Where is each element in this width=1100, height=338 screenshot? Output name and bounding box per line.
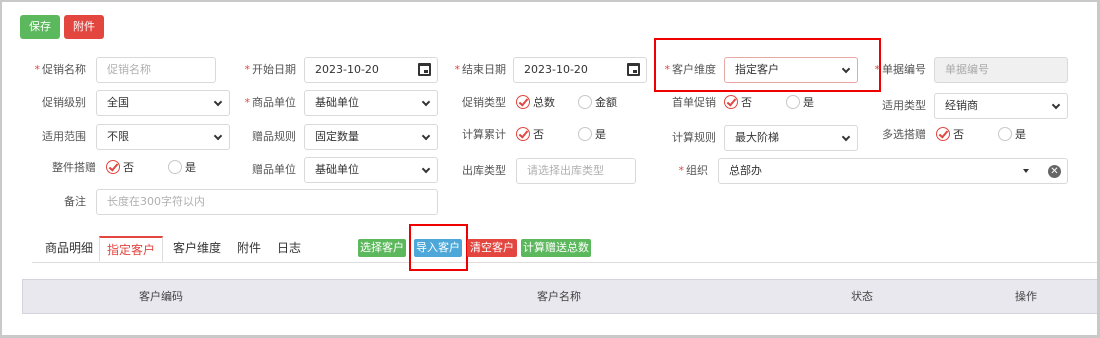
calc-rule-select[interactable]: 最大阶梯 <box>724 125 858 151</box>
multi-gift-no-radio[interactable]: 否 <box>936 125 964 145</box>
multi-gift-label: 多选搭赠 <box>882 128 926 141</box>
tab-divider <box>32 262 1097 263</box>
chevron-down-icon <box>421 131 431 141</box>
whole-gift-yes-radio[interactable]: 是 <box>168 158 196 178</box>
calc-gift-total-button[interactable]: 计算赠送总数 <box>521 239 591 257</box>
calendar-icon[interactable] <box>627 63 640 76</box>
highlight-box-import <box>409 224 468 271</box>
promo-name-input[interactable]: 促销名称 <box>96 57 216 83</box>
goods-unit-select[interactable]: 基础单位 <box>304 90 438 116</box>
col-status: 状态 <box>851 290 873 303</box>
tab-goods-detail[interactable]: 商品明细 <box>40 236 98 262</box>
radio-unchecked-icon <box>168 160 182 174</box>
out-type-select[interactable]: 请选择出库类型 <box>516 158 636 184</box>
promo-name-label: * 促销名称 <box>34 63 87 76</box>
radio-checked-icon <box>106 160 120 174</box>
customer-table-header: 客户编码 客户名称 状态 操作 <box>22 279 1097 314</box>
whole-gift-label: 整件搭赠 <box>52 161 96 174</box>
first-promo-no-radio[interactable]: 否 <box>724 93 752 113</box>
radio-checked-icon <box>516 127 530 141</box>
radio-checked-icon <box>724 95 738 109</box>
caret-down-icon <box>1023 169 1029 173</box>
gift-rule-label: 赠品规则 <box>252 130 296 143</box>
apply-type-value: 经销商 <box>945 99 978 112</box>
apply-scope-label: 适用范围 <box>42 130 86 143</box>
start-date-label: * 开始日期 <box>244 63 297 76</box>
calc-rule-value: 最大阶梯 <box>735 131 779 144</box>
radio-unchecked-icon <box>998 127 1012 141</box>
apply-type-select[interactable]: 经销商 <box>934 93 1068 119</box>
start-date-value: 2023-10-20 <box>315 63 379 76</box>
calc-accum-yes-radio[interactable]: 是 <box>578 125 606 145</box>
goods-unit-label: * 商品单位 <box>244 96 297 109</box>
end-date-value: 2023-10-20 <box>524 63 588 76</box>
tab-specified-customer[interactable]: 指定客户 <box>99 236 163 262</box>
calc-rule-label: 计算规则 <box>672 131 716 144</box>
first-promo-label: 首单促销 <box>672 96 716 109</box>
window-frame: 保存 附件 * 促销名称 促销名称 * 开始日期 2023-10-20 * 结束日期 … <box>0 0 1100 338</box>
end-date-input[interactable]: 2023-10-20 <box>513 57 647 83</box>
start-date-input[interactable]: 2023-10-20 <box>304 57 438 83</box>
col-customer-name: 客户名称 <box>537 290 581 303</box>
highlight-box-customer-dim <box>654 38 881 92</box>
promo-level-value: 全国 <box>107 96 129 109</box>
apply-scope-value: 不限 <box>107 130 129 143</box>
promo-level-select[interactable]: 全国 <box>96 90 230 116</box>
multi-gift-yes-radio[interactable]: 是 <box>998 125 1026 145</box>
end-date-label: * 结束日期 <box>454 63 507 76</box>
gift-rule-value: 固定数量 <box>315 130 359 143</box>
attach-button[interactable]: 附件 <box>64 15 104 39</box>
chevron-down-icon <box>421 97 431 107</box>
chevron-down-icon <box>421 164 431 174</box>
calc-accum-no-radio[interactable]: 否 <box>516 125 544 145</box>
goods-unit-value: 基础单位 <box>315 96 359 109</box>
whole-gift-no-radio[interactable]: 否 <box>106 158 134 178</box>
gift-rule-select[interactable]: 固定数量 <box>304 124 438 150</box>
calc-accum-label: 计算累计 <box>462 128 506 141</box>
save-button[interactable]: 保存 <box>20 15 60 39</box>
radio-unchecked-icon <box>578 127 592 141</box>
doc-no-label: * 单据编号 <box>874 63 927 76</box>
chevron-down-icon <box>213 131 223 141</box>
promo-type-amount-radio[interactable]: 金额 <box>578 93 617 113</box>
remark-label: 备注 <box>64 195 86 208</box>
gift-unit-select[interactable]: 基础单位 <box>304 157 438 183</box>
org-select[interactable]: 总部办 ✕ <box>718 158 1068 184</box>
select-customer-button[interactable]: 选择客户 <box>358 239 406 257</box>
tab-log[interactable]: 日志 <box>272 236 306 262</box>
tab-attachment[interactable]: 附件 <box>232 236 266 262</box>
apply-type-label: 适用类型 <box>882 99 926 112</box>
radio-unchecked-icon <box>786 95 800 109</box>
radio-checked-icon <box>516 95 530 109</box>
radio-unchecked-icon <box>578 95 592 109</box>
chevron-down-icon <box>213 97 223 107</box>
calendar-icon[interactable] <box>418 63 431 76</box>
promo-level-label: 促销级别 <box>42 96 86 109</box>
chevron-down-icon <box>841 132 851 142</box>
radio-checked-icon <box>936 127 950 141</box>
first-promo-yes-radio[interactable]: 是 <box>786 93 814 113</box>
promo-type-label: 促销类型 <box>462 96 506 109</box>
promo-type-total-radio[interactable]: 总数 <box>516 93 555 113</box>
org-value: 总部办 <box>729 164 762 177</box>
col-customer-code: 客户编码 <box>139 290 183 303</box>
gift-unit-value: 基础单位 <box>315 163 359 176</box>
out-type-label: 出库类型 <box>462 164 506 177</box>
chevron-down-icon <box>1051 100 1061 110</box>
apply-scope-select[interactable]: 不限 <box>96 124 230 150</box>
tab-customer-dim[interactable]: 客户维度 <box>168 236 226 262</box>
col-actions: 操作 <box>1015 290 1037 303</box>
clear-icon[interactable]: ✕ <box>1048 165 1061 178</box>
doc-no-input: 单据编号 <box>934 57 1068 83</box>
remark-input[interactable]: 长度在300字符以内 <box>96 189 438 215</box>
org-label: * 组织 <box>678 164 709 177</box>
clear-customer-button[interactable]: 清空客户 <box>467 239 517 257</box>
gift-unit-label: 赠品单位 <box>252 163 296 176</box>
